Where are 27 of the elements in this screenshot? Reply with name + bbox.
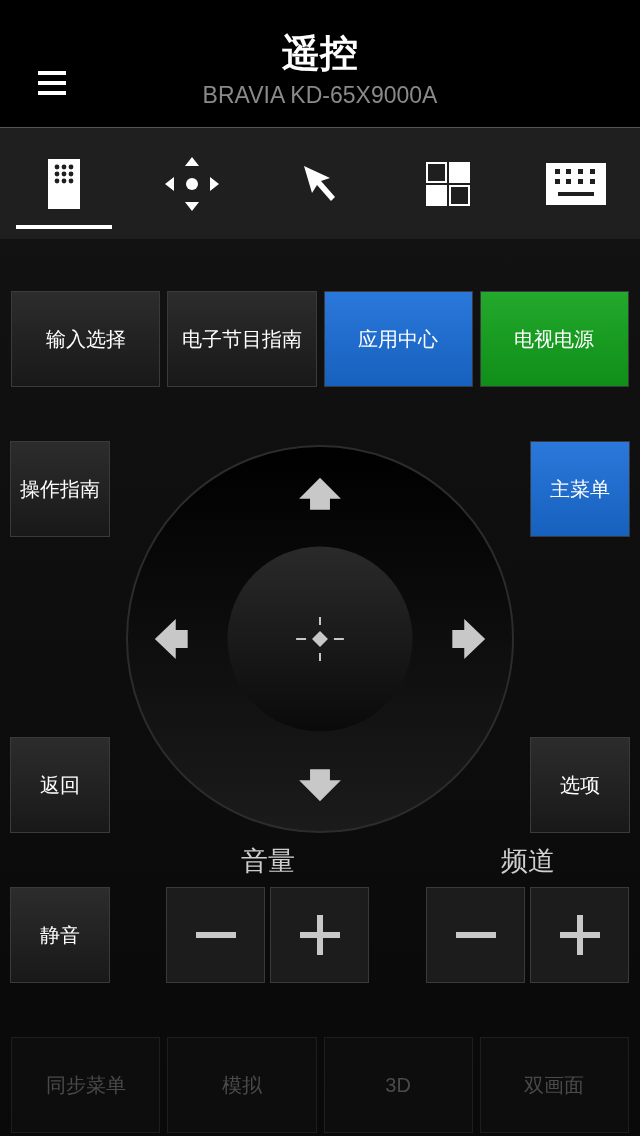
directional-arrows-icon xyxy=(165,156,219,211)
menu-icon[interactable] xyxy=(38,71,66,95)
minus-icon xyxy=(455,932,496,938)
keyboard-icon xyxy=(546,162,606,205)
tiles-icon xyxy=(426,161,470,206)
remote-button[interactable]: 电视电源 xyxy=(479,291,629,387)
minus-icon xyxy=(195,932,236,938)
channel-label: 频道 xyxy=(501,844,555,878)
remote-button[interactable]: 操作指南 xyxy=(10,441,110,537)
volume-up-button[interactable] xyxy=(270,887,369,983)
plus-icon xyxy=(559,915,600,955)
remote-button[interactable]: 主菜单 xyxy=(530,441,630,537)
remote-control-icon xyxy=(48,158,80,209)
volume-down-button[interactable] xyxy=(166,887,265,983)
mute-button[interactable]: 静音 xyxy=(10,887,110,983)
channel-down-button[interactable] xyxy=(426,887,525,983)
volume-label: 音量 xyxy=(241,844,295,878)
plus-icon xyxy=(299,915,340,955)
remote-button[interactable]: 应用中心 xyxy=(323,291,473,387)
screen-title: 遥控 xyxy=(282,34,358,72)
remote-button[interactable]: 输入选择 xyxy=(11,291,161,387)
device-name: BRAVIA KD-65X9000A xyxy=(202,84,438,107)
pointer-icon xyxy=(302,163,338,204)
remote-button[interactable]: 返回 xyxy=(10,737,110,833)
remote-button[interactable]: 电子节目指南 xyxy=(167,291,317,387)
remote-button[interactable]: 选项 xyxy=(530,737,630,833)
channel-up-button[interactable] xyxy=(530,887,629,983)
